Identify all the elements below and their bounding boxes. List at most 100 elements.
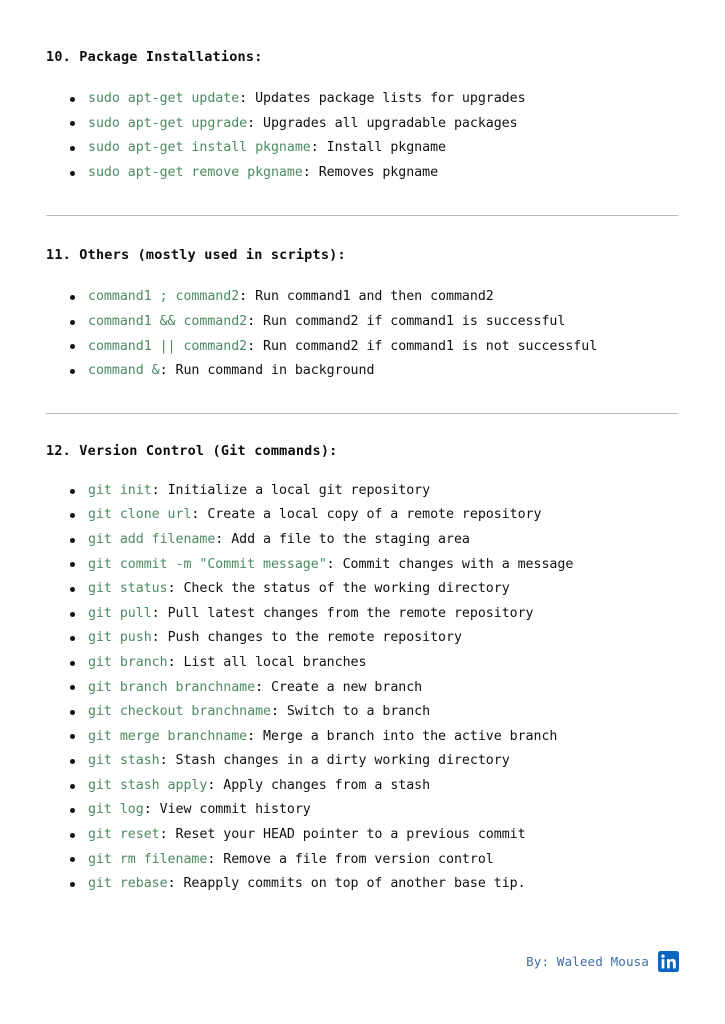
command-code: sudo apt-get install pkgname [88,140,311,156]
command-code: git branch [88,654,168,670]
command-code: git add filename [88,531,216,547]
command-description: : List all local branches [167,654,367,670]
list-item: git commit -m "Commit message": Commit c… [46,553,679,578]
command-description: : Create a local copy of a remote reposi… [191,507,542,523]
command-code: git status [88,581,168,597]
bullet-icon [70,170,75,176]
command-code: git clone url [88,507,192,523]
list-item: git status: Check the status of the work… [46,577,679,602]
command-code: sudo apt-get remove pkgname [88,164,303,180]
bullet-icon [70,783,75,789]
command-list: sudo apt-get update: Updates package lis… [46,87,679,185]
command-code: git merge branchname [88,728,248,744]
command-description: : Reapply commits on top of another base… [167,876,526,892]
section-version-control: 12. Version Control (Git commands): git … [46,442,679,897]
command-description: : Add a file to the staging area [215,531,470,547]
command-code: git stash [88,753,160,769]
linkedin-icon[interactable] [658,951,679,972]
bullet-icon [70,96,75,102]
bullet-icon [70,759,75,765]
command-list: command1 ; command2: Run command1 and th… [46,285,679,383]
bullet-icon [70,295,75,301]
command-description: : Push changes to the remote repository [151,630,462,646]
command-code: command1 ; command2 [88,289,240,305]
command-description: : Create a new branch [255,679,423,695]
bullet-icon [70,660,75,666]
command-list: git init: Initialize a local git reposit… [46,479,679,897]
list-item: git pull: Pull latest changes from the r… [46,602,679,627]
section-package-installations: 10. Package Installations: sudo apt-get … [46,48,679,185]
command-description: : Run command2 if command1 is successful [247,313,566,329]
list-item: git branch branchname: Create a new bran… [46,676,679,701]
list-item: git clone url: Create a local copy of a … [46,503,679,528]
command-description: : Install pkgname [310,140,447,156]
bullet-icon [70,832,75,838]
bullet-icon [70,857,75,863]
list-item: git checkout branchname: Switch to a bra… [46,700,679,725]
command-code: git init [88,482,152,498]
bullet-icon [70,319,75,325]
command-description: : Removes pkgname [302,164,439,180]
footer-credit: By: Waleed Mousa [526,951,679,972]
section-heading: 10. Package Installations: [46,49,263,65]
command-description: : Stash changes in a dirty working direc… [159,753,510,769]
bullet-icon [70,685,75,691]
list-item: git rebase: Reapply commits on top of an… [46,872,679,897]
bullet-icon [70,709,75,715]
list-item: git init: Initialize a local git reposit… [46,479,679,504]
command-code: git rm filename [88,851,208,867]
list-item: git stash: Stash changes in a dirty work… [46,749,679,774]
command-description: : Run command1 and then command2 [239,289,494,305]
command-description: : Merge a branch into the active branch [247,728,558,744]
bullet-icon [70,562,75,568]
command-code: git checkout branchname [88,704,271,720]
bullet-icon [70,344,75,350]
list-item: sudo apt-get install pkgname: Install pk… [46,136,679,161]
command-description: : Reset your HEAD pointer to a previous … [159,827,526,843]
list-item: git push: Push changes to the remote rep… [46,626,679,651]
command-description: : View commit history [143,802,311,818]
command-code: command1 || command2 [88,338,248,354]
bullet-icon [70,145,75,151]
bullet-icon [70,488,75,494]
bullet-icon [70,611,75,617]
list-item: sudo apt-get upgrade: Upgrades all upgra… [46,112,679,137]
command-description: : Switch to a branch [270,704,431,720]
bullet-icon [70,368,75,374]
bullet-icon [70,882,75,888]
command-description: : Upgrades all upgradable packages [247,115,518,131]
bullet-icon [70,734,75,740]
command-description: : Commit changes with a message [326,556,574,572]
list-item: git merge branchname: Merge a branch int… [46,725,679,750]
command-code: git log [88,802,144,818]
command-description: : Check the status of the working direct… [167,581,510,597]
list-item: git stash apply: Apply changes from a st… [46,774,679,799]
list-item: sudo apt-get update: Updates package lis… [46,87,679,112]
command-code: git commit -m "Commit message" [88,556,327,572]
command-description: : Updates package lists for upgrades [239,91,526,106]
section-heading: 11. Others (mostly used in scripts): [46,247,346,264]
command-code: git rebase [88,876,168,892]
command-description: : Initialize a local git repository [151,482,431,498]
command-code: git branch branchname [88,679,256,695]
command-code: sudo apt-get update [88,91,240,106]
command-description: : Run command in background [159,363,375,379]
list-item: git reset: Reset your HEAD pointer to a … [46,823,679,848]
list-item: git log: View commit history [46,798,679,823]
list-item: git rm filename: Remove a file from vers… [46,848,679,873]
section-others-scripts: 11. Others (mostly used in scripts): com… [46,246,679,383]
section-divider [46,412,678,414]
command-code: git push [88,630,152,646]
list-item: command &: Run command in background [46,359,679,384]
command-description: : Run command2 if command1 is not succes… [247,338,598,354]
list-item: command1 && command2: Run command2 if co… [46,310,679,335]
command-code: sudo apt-get upgrade [88,115,248,131]
command-description: : Remove a file from version control [207,851,494,867]
command-code: git stash apply [88,777,208,793]
list-item: sudo apt-get remove pkgname: Removes pkg… [46,161,679,186]
author-credit-text: By: Waleed Mousa [526,954,649,969]
bullet-icon [70,636,75,642]
bullet-icon [70,808,75,814]
command-code: command & [88,363,160,379]
section-divider [46,215,678,217]
